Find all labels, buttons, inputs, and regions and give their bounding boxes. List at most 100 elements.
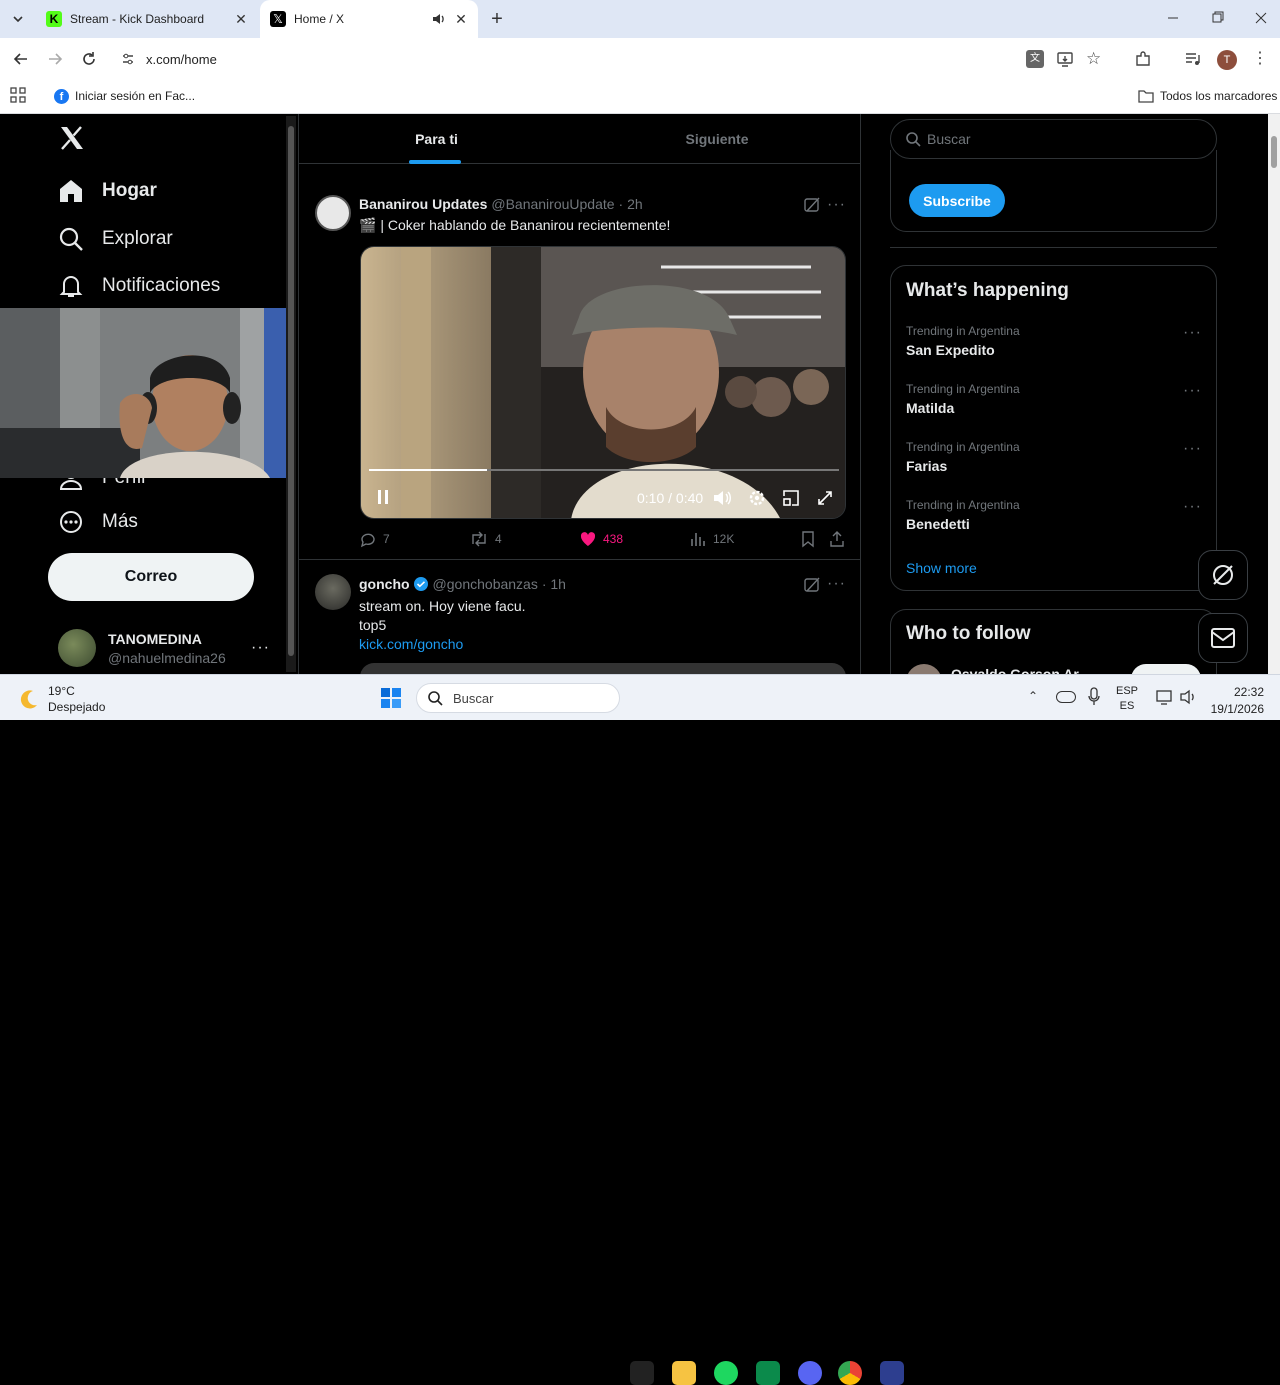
subscribe-button[interactable]: Subscribe xyxy=(909,184,1005,217)
post-button[interactable]: Correo xyxy=(48,553,254,601)
page-scrollbar[interactable] xyxy=(1268,114,1280,674)
microphone-icon[interactable] xyxy=(1088,687,1100,707)
new-tab-button[interactable]: + xyxy=(486,8,508,30)
grok-icon[interactable] xyxy=(803,196,821,214)
tray-chevron-icon[interactable]: ⌃ xyxy=(1028,689,1038,703)
tab-for-you[interactable]: Para ti xyxy=(299,114,574,164)
speaker-icon[interactable] xyxy=(428,13,450,25)
post-handle[interactable]: @gonchobanzas xyxy=(433,576,538,592)
chrome-icon[interactable] xyxy=(838,1361,862,1385)
pip-button[interactable] xyxy=(781,488,801,508)
start-button[interactable] xyxy=(380,687,402,709)
restore-button[interactable] xyxy=(1204,8,1230,28)
volume-button[interactable] xyxy=(712,488,732,508)
reply-button[interactable]: 7 xyxy=(359,530,390,548)
account-more-icon[interactable]: ··· xyxy=(251,639,270,657)
lang-secondary: ES xyxy=(1119,700,1135,712)
onedrive-icon[interactable] xyxy=(1056,691,1076,703)
site-info-icon[interactable] xyxy=(114,52,142,66)
views-button[interactable]: 12K xyxy=(689,530,734,548)
post-text-line: stream on. Hoy viene facu. xyxy=(359,598,526,614)
avatar[interactable] xyxy=(315,195,351,231)
repost-button[interactable]: 4 xyxy=(469,530,502,548)
post-handle[interactable]: @BananirouUpdate xyxy=(491,196,614,212)
close-tab-button[interactable]: ✕ xyxy=(230,8,252,30)
scrollbar-thumb[interactable] xyxy=(1271,136,1277,168)
bookmark-star-icon[interactable]: ☆ xyxy=(1086,50,1104,68)
trend-more-icon[interactable]: ··· xyxy=(1183,324,1202,342)
trend-more-icon[interactable]: ··· xyxy=(1183,382,1202,400)
tab-kick-dashboard[interactable]: K Stream - Kick Dashboard ✕ xyxy=(36,0,258,38)
settings-button[interactable] xyxy=(747,488,767,508)
trend-item[interactable]: Trending in Argentina Matilda ··· xyxy=(891,380,1216,430)
volume-icon[interactable] xyxy=(1180,689,1198,705)
post[interactable]: Bananirou Updates @BananirouUpdate · 2h … xyxy=(299,184,860,560)
video-progress-fill[interactable] xyxy=(369,469,487,471)
like-count: 438 xyxy=(603,532,624,546)
extensions-icon[interactable] xyxy=(1134,50,1152,68)
reload-button[interactable] xyxy=(78,48,100,70)
trend-more-icon[interactable]: ··· xyxy=(1183,440,1202,458)
clock[interactable]: 22:32 19/1/2026 xyxy=(1204,685,1264,716)
profile-avatar[interactable]: T xyxy=(1217,50,1237,70)
trend-caption: Trending in Argentina xyxy=(906,324,1020,338)
share-button[interactable] xyxy=(828,530,846,548)
x-logo-link[interactable] xyxy=(58,124,86,154)
account-switcher[interactable]: TANOMEDINA @nahuelmedina26 ··· xyxy=(58,626,270,670)
task-view-icon[interactable] xyxy=(630,1361,654,1385)
post-link[interactable]: kick.com/goncho xyxy=(359,636,463,652)
tab-search-button[interactable] xyxy=(6,8,30,30)
pause-button[interactable] xyxy=(373,487,393,507)
spotify-icon[interactable] xyxy=(714,1361,738,1385)
post-more-icon[interactable]: ··· xyxy=(827,196,846,214)
file-explorer-icon[interactable] xyxy=(672,1361,696,1385)
translate-icon[interactable]: 文 xyxy=(1026,50,1044,68)
media-controls-icon[interactable] xyxy=(1184,50,1202,68)
language-indicator[interactable]: ESP ES xyxy=(1116,685,1138,712)
bookmark-facebook[interactable]: f Iniciar sesión en Fac... xyxy=(54,86,195,106)
taskbar-search[interactable]: Buscar xyxy=(416,683,620,713)
messages-floating-button[interactable] xyxy=(1198,613,1248,663)
nav-notifications[interactable]: Notificaciones xyxy=(58,273,220,299)
apps-grid-icon[interactable] xyxy=(10,87,26,103)
post-time[interactable]: · 1h xyxy=(542,576,566,592)
whatsapp-icon[interactable] xyxy=(756,1361,780,1385)
trend-item[interactable]: Trending in Argentina Benedetti ··· xyxy=(891,496,1216,546)
post-time[interactable]: · 2h xyxy=(619,196,643,212)
install-app-icon[interactable] xyxy=(1056,50,1074,68)
all-bookmarks[interactable]: Todos los marcadores xyxy=(1138,86,1277,106)
obs-icon[interactable] xyxy=(880,1361,904,1385)
post-more-icon[interactable]: ··· xyxy=(827,575,846,593)
minimize-button[interactable] xyxy=(1160,8,1186,28)
show-more-link[interactable]: Show more xyxy=(906,560,977,576)
post-author[interactable]: Bananirou Updates xyxy=(359,196,487,212)
network-icon[interactable] xyxy=(1156,689,1174,705)
nav-explore[interactable]: Explorar xyxy=(58,226,173,252)
nav-home[interactable]: Hogar xyxy=(58,178,157,204)
close-window-button[interactable] xyxy=(1248,8,1274,28)
nav-more[interactable]: Más xyxy=(58,509,138,535)
fullscreen-button[interactable] xyxy=(815,488,835,508)
browser-menu-icon[interactable]: ⋮ xyxy=(1252,49,1268,69)
trend-item[interactable]: Trending in Argentina Farias ··· xyxy=(891,438,1216,488)
tab-home-x[interactable]: 𝕏 Home / X ✕ xyxy=(260,0,478,38)
post[interactable]: goncho @gonchobanzas · 1h ··· stream on.… xyxy=(299,561,860,683)
back-button[interactable] xyxy=(10,48,32,70)
grok-icon[interactable] xyxy=(803,576,821,594)
forward-button[interactable] xyxy=(44,48,66,70)
tab-following[interactable]: Siguiente xyxy=(574,114,860,164)
close-tab-button[interactable]: ✕ xyxy=(450,8,472,30)
bookmark-button[interactable] xyxy=(799,530,817,548)
scrollbar-thumb[interactable] xyxy=(288,126,294,656)
trend-item[interactable]: Trending in Argentina San Expedito ··· xyxy=(891,322,1216,372)
sidebar-scrollbar[interactable] xyxy=(286,116,296,672)
trend-more-icon[interactable]: ··· xyxy=(1183,498,1202,516)
discord-icon[interactable] xyxy=(798,1361,822,1385)
video-player[interactable]: 0:10 / 0:40 xyxy=(360,246,846,519)
avatar[interactable] xyxy=(315,574,351,610)
grok-floating-button[interactable] xyxy=(1198,550,1248,600)
address-bar[interactable]: x.com/home xyxy=(114,44,1128,74)
post-author[interactable]: goncho xyxy=(359,576,410,592)
weather-widget[interactable]: 19°C Despejado xyxy=(18,683,105,715)
like-button[interactable]: 438 xyxy=(579,530,623,548)
